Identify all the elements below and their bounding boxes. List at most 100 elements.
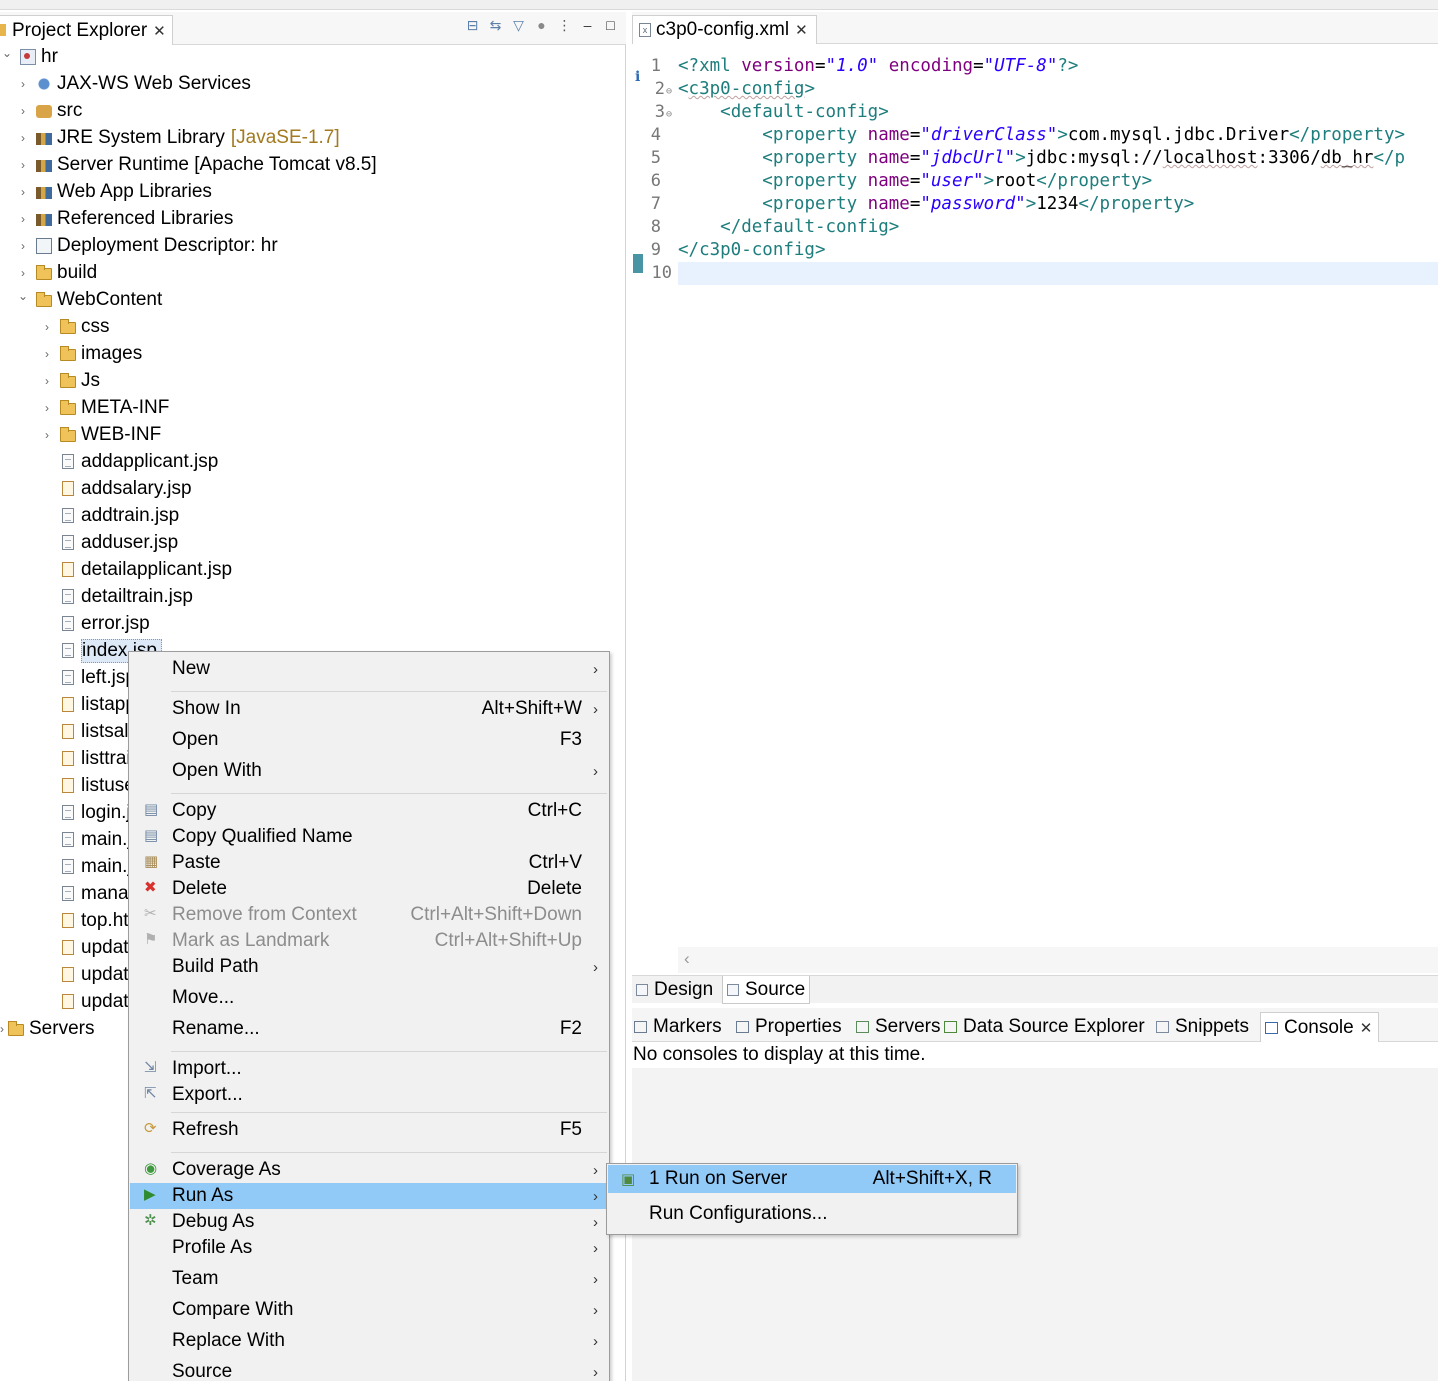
tab-snippets[interactable]: Snippets xyxy=(1156,1012,1249,1042)
tree-item[interactable]: left.jsp xyxy=(40,664,136,691)
tree-item[interactable]: › JRE System Library [JavaSE-1.7] xyxy=(16,124,340,151)
tab-console[interactable]: Console ✕ xyxy=(1260,1012,1380,1042)
code-token: = xyxy=(814,56,826,76)
menu-item-open[interactable]: Open F3 xyxy=(130,727,608,753)
menu-item-refresh[interactable]: ⟳ Refresh F5 xyxy=(130,1117,608,1143)
chevron-right-icon[interactable]: › xyxy=(0,1022,4,1036)
menu-item-debug-as[interactable]: ✲ Debug As › xyxy=(130,1209,608,1235)
jsp-file-icon xyxy=(62,481,74,496)
menu-item-copy-qualified-name[interactable]: ▤ Copy Qualified Name xyxy=(130,824,608,850)
tree-item[interactable]: › Web App Libraries xyxy=(16,178,212,205)
view-menu-icon[interactable]: ⋮ xyxy=(557,18,572,33)
scroll-left-icon[interactable]: ‹ xyxy=(684,949,690,969)
menu-item-coverage-as[interactable]: ◉ Coverage As › xyxy=(130,1157,608,1183)
menu-item-replace-with[interactable]: Replace With › xyxy=(130,1328,608,1354)
code-area[interactable]: <?xml version="1.0" encoding="UTF-8"?> <c… xyxy=(678,45,1438,945)
chevron-right-icon[interactable]: › xyxy=(40,320,54,334)
editor-tabbar: x c3p0-config.xml ✕ xyxy=(632,12,1438,44)
chevron-right-icon[interactable]: › xyxy=(16,131,30,145)
tree-item[interactable]: › Referenced Libraries xyxy=(16,205,233,232)
tree-item[interactable]: › Server Runtime [Apache Tomcat v8.5] xyxy=(16,151,377,178)
tree-item[interactable]: › build xyxy=(16,259,97,286)
tree-item[interactable]: › Deployment Descriptor: hr xyxy=(16,232,278,259)
chevron-right-icon[interactable]: › xyxy=(16,77,30,91)
menu-item-export[interactable]: ⇱ Export... xyxy=(130,1082,608,1108)
menu-item-copy[interactable]: ▤ Copy Ctrl+C xyxy=(130,798,608,824)
deployment-descriptor-icon xyxy=(36,237,52,254)
tab-data-source-explorer[interactable]: Data Source Explorer xyxy=(944,1012,1145,1042)
tree-item[interactable]: detailtrain.jsp xyxy=(40,583,193,610)
close-icon[interactable]: ✕ xyxy=(1360,1019,1373,1037)
link-with-editor-icon[interactable]: ⇆ xyxy=(488,18,503,33)
tree-item[interactable]: ⌄ WebContent xyxy=(16,286,162,313)
maximize-icon[interactable]: □ xyxy=(603,18,618,33)
menu-item-team[interactable]: Team › xyxy=(130,1266,608,1292)
menu-item-open-with[interactable]: Open With › xyxy=(130,758,608,784)
menu-item-build-path[interactable]: Build Path › xyxy=(130,954,608,980)
chevron-right-icon[interactable]: › xyxy=(16,266,30,280)
focus-icon[interactable]: ● xyxy=(534,18,549,33)
chevron-right-icon[interactable]: › xyxy=(16,239,30,253)
menu-item-profile-as[interactable]: Profile As › xyxy=(130,1235,608,1261)
chevron-right-icon[interactable]: › xyxy=(40,428,54,442)
menu-item-new[interactable]: New › xyxy=(130,656,608,682)
code-token: > xyxy=(804,79,815,99)
menu-item-run-as[interactable]: ▶ Run As › xyxy=(130,1183,608,1209)
menu-item-rename[interactable]: Rename... F2 xyxy=(130,1016,608,1042)
menu-item-label: Replace With xyxy=(172,1330,285,1351)
tab-design[interactable]: Design xyxy=(632,976,717,1004)
tree-item[interactable]: › Servers xyxy=(0,1015,94,1042)
menu-item-run-on-server[interactable]: ▣ 1 Run on Server Alt+Shift+X, R xyxy=(608,1165,1016,1193)
menu-item-show-in[interactable]: Show In Alt+Shift+W › xyxy=(130,696,608,722)
chevron-right-icon[interactable]: › xyxy=(40,374,54,388)
tree-item[interactable]: › images xyxy=(40,340,142,367)
menu-item-move[interactable]: Move... xyxy=(130,985,608,1011)
chevron-right-icon[interactable]: › xyxy=(16,104,30,118)
horizontal-scrollbar[interactable]: ‹ xyxy=(678,947,1438,973)
tab-source[interactable]: Source xyxy=(722,976,811,1004)
chevron-right-icon[interactable]: › xyxy=(16,158,30,172)
tab-properties[interactable]: Properties xyxy=(736,1012,842,1042)
chevron-down-icon[interactable]: ⌄ xyxy=(0,46,14,60)
chevron-right-icon[interactable]: › xyxy=(40,347,54,361)
design-icon xyxy=(636,984,648,996)
tab-c3p0-config[interactable]: x c3p0-config.xml ✕ xyxy=(632,15,817,44)
tree-item[interactable]: › Js xyxy=(40,367,100,394)
menu-item-compare-with[interactable]: Compare With › xyxy=(130,1297,608,1323)
menu-item-paste[interactable]: ▦ Paste Ctrl+V xyxy=(130,850,608,876)
menu-item-run-configurations[interactable]: Run Configurations... xyxy=(608,1200,1016,1228)
tree-item[interactable]: › WEB-INF xyxy=(40,421,161,448)
chevron-down-icon[interactable]: ⌄ xyxy=(16,289,30,303)
close-icon[interactable]: ✕ xyxy=(153,22,166,40)
tree-item[interactable]: › JAX-WS Web Services xyxy=(16,70,251,97)
chevron-right-icon[interactable]: › xyxy=(16,185,30,199)
tree-item[interactable]: addapplicant.jsp xyxy=(40,448,218,475)
tree-item-label: error.jsp xyxy=(81,612,150,634)
tree-item[interactable]: detailapplicant.jsp xyxy=(40,556,232,583)
tab-markers[interactable]: Markers xyxy=(634,1012,722,1042)
tree-item[interactable]: › META-INF xyxy=(40,394,169,421)
menu-item-source[interactable]: Source › xyxy=(130,1359,608,1381)
chevron-right-icon[interactable]: › xyxy=(40,401,54,415)
tree-item[interactable]: ⌄ hr xyxy=(0,43,58,70)
chevron-right-icon[interactable]: › xyxy=(16,212,30,226)
tab-servers[interactable]: Servers xyxy=(856,1012,940,1042)
tree-item[interactable]: addsalary.jsp xyxy=(40,475,192,502)
fold-icon[interactable]: ⊖ xyxy=(666,86,672,97)
minimize-icon[interactable]: – xyxy=(580,18,595,33)
tab-project-explorer[interactable]: Project Explorer ✕ xyxy=(0,15,173,45)
tree-item[interactable]: › src xyxy=(16,97,82,124)
fold-icon[interactable]: ⊖ xyxy=(666,109,672,120)
tree-item[interactable]: adduser.jsp xyxy=(40,529,178,556)
collapse-all-icon[interactable]: ⊟ xyxy=(465,18,480,33)
close-icon[interactable]: ✕ xyxy=(795,21,808,39)
tree-item[interactable]: error.jsp xyxy=(40,610,150,637)
menu-item-delete[interactable]: ✖ Delete Delete xyxy=(130,876,608,902)
tree-item[interactable]: addtrain.jsp xyxy=(40,502,179,529)
menu-item-label: Open With xyxy=(172,760,262,781)
tree-item-label: build xyxy=(57,261,98,283)
menu-item-import[interactable]: ⇲ Import... xyxy=(130,1056,608,1082)
filter-icon[interactable]: ▽ xyxy=(511,18,526,33)
tree-item[interactable]: › css xyxy=(40,313,110,340)
